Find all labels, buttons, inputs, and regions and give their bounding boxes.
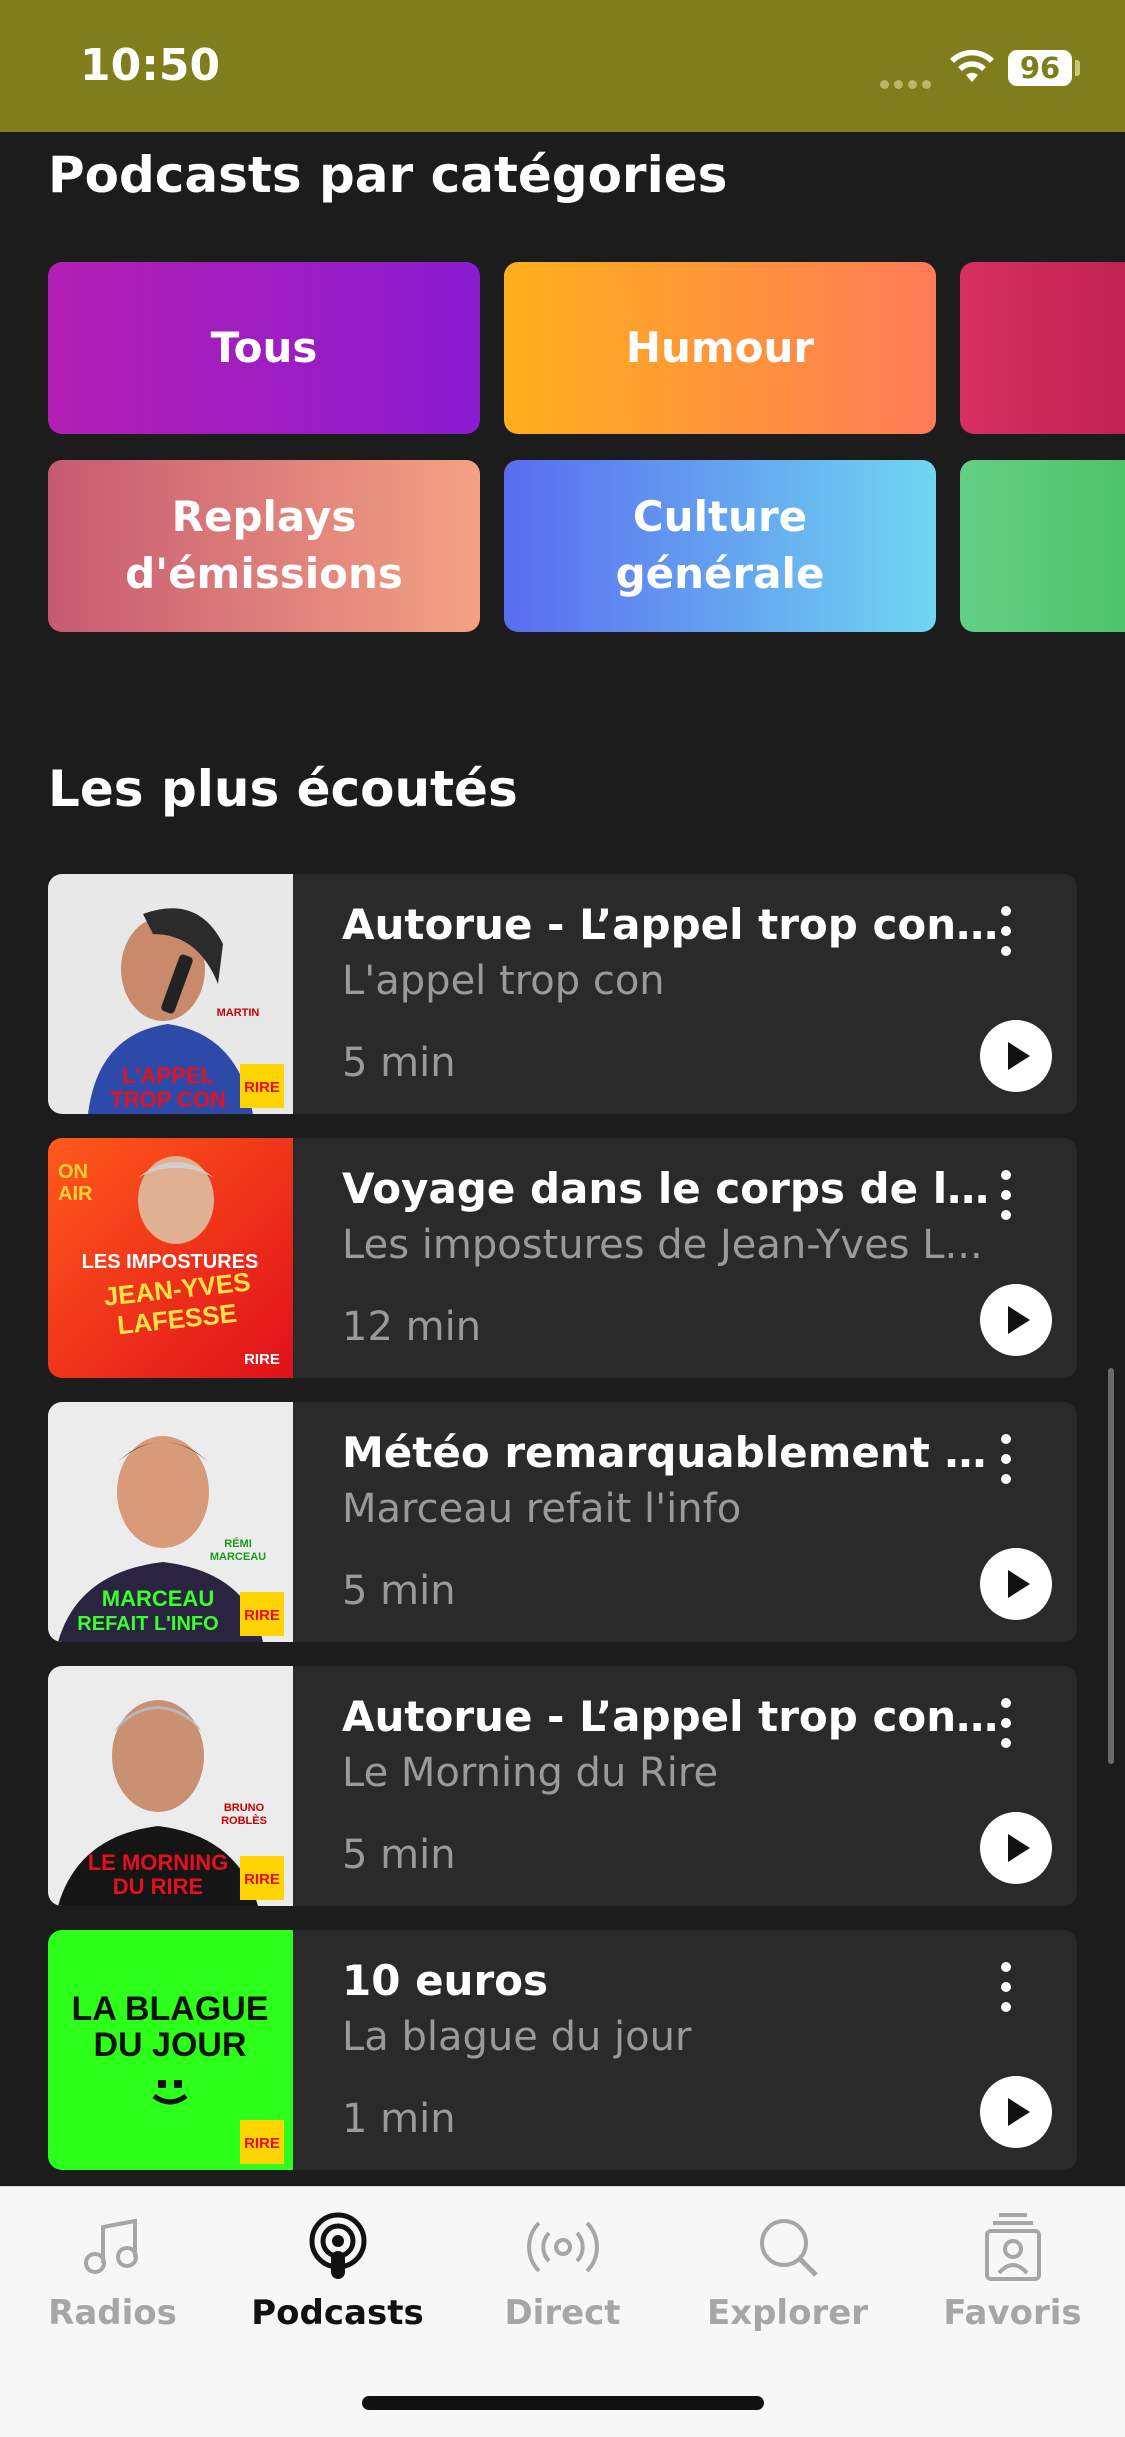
podcast-card[interactable]: L'APPEL TROP CON MARTIN RIRE Autorue - L… (48, 874, 1077, 1114)
podcast-title: Autorue - L’appel trop con de... (342, 1692, 1002, 1741)
category-replays[interactable]: Replays d'émissions (48, 460, 480, 632)
podcast-card[interactable]: BRUNO ROBLÈS LE MORNING DU RIRE RIRE Aut… (48, 1666, 1077, 1906)
wifi-icon (950, 49, 994, 82)
tab-direct[interactable]: Direct (450, 2211, 675, 2333)
rire-logo-text: RIRE (244, 1351, 280, 1368)
svg-text:MARTIN: MARTIN (217, 1007, 260, 1019)
category-label: Tous (210, 322, 318, 372)
more-options-icon[interactable] (988, 1956, 1024, 2016)
battery-tip (1075, 60, 1080, 76)
svg-text:ON: ON (58, 1161, 88, 1183)
thumb-text: LA BLAGUE (71, 1990, 268, 2028)
podcast-thumbnail: BRUNO ROBLÈS LE MORNING DU RIRE RIRE (48, 1666, 293, 1906)
tab-favoris[interactable]: Favoris (900, 2211, 1125, 2333)
svg-text:BRUNO: BRUNO (224, 1802, 265, 1814)
category-culture-generale[interactable]: Culture générale (504, 460, 936, 632)
status-time: 10:50 (80, 40, 221, 91)
more-options-icon[interactable] (988, 900, 1024, 960)
music-note-icon (83, 2218, 138, 2274)
play-icon (1008, 1834, 1030, 1862)
svg-text:TROP CON: TROP CON (110, 1087, 226, 1112)
rire-logo-text: RIRE (244, 1607, 280, 1624)
podcast-duration: 1 min (342, 2096, 456, 2142)
favorites-icon (984, 2213, 1041, 2281)
cellular-signal-icon (880, 74, 936, 89)
play-button[interactable] (980, 1812, 1052, 1884)
thumb-text: MARCEAU (102, 1586, 214, 1611)
tab-label: Favoris (943, 2293, 1082, 2333)
scrollbar[interactable] (1108, 1368, 1114, 1764)
thumb-text: LE MORNING (88, 1850, 229, 1875)
podcast-show: La blague du jour (342, 2014, 692, 2060)
podcast-title: Voyage dans le corps de la va... (342, 1164, 1002, 1213)
svg-text:RÉMI: RÉMI (224, 1537, 252, 1550)
svg-text:REFAIT L'INFO: REFAIT L'INFO (77, 1613, 218, 1635)
play-button[interactable] (980, 2076, 1052, 2148)
broadcast-icon (526, 2221, 599, 2273)
podcast-show: L'appel trop con (342, 958, 665, 1004)
play-icon (1008, 1042, 1030, 1070)
podcast-show: Marceau refait l'info (342, 1486, 742, 1532)
rire-logo-text: RIRE (244, 1871, 280, 1888)
thumb-text: L'APPEL (122, 1063, 214, 1088)
podcast-title: 10 euros (342, 1956, 549, 2005)
play-button[interactable] (980, 1020, 1052, 1092)
category-partial-1[interactable] (960, 262, 1125, 434)
more-options-icon[interactable] (988, 1692, 1024, 1752)
podcast-card[interactable]: RÉMI MARCEAU MARCEAU REFAIT L'INFO RIRE … (48, 1402, 1077, 1642)
tab-label: Podcasts (251, 2293, 424, 2333)
tab-explorer[interactable]: Explorer (675, 2211, 900, 2333)
play-button[interactable] (980, 1548, 1052, 1620)
tab-label: Radios (48, 2293, 177, 2333)
play-button[interactable] (980, 1284, 1052, 1356)
category-label: Replays d'émissions (125, 492, 403, 598)
podcast-duration: 5 min (342, 1568, 456, 1614)
podcast-icon (309, 2212, 366, 2279)
podcast-show: Les impostures de Jean-Yves L... (342, 1222, 983, 1268)
tab-label: Direct (504, 2293, 621, 2333)
play-icon (1008, 2098, 1030, 2126)
play-icon (1008, 1306, 1030, 1334)
podcast-show: Le Morning du Rire (342, 1750, 719, 1796)
podcast-thumbnail: L'APPEL TROP CON MARTIN RIRE (48, 874, 293, 1114)
svg-text:ROBLÈS: ROBLÈS (221, 1814, 267, 1827)
more-options-icon[interactable] (988, 1428, 1024, 1488)
podcast-thumbnail: LA BLAGUE DU JOUR RIRE (48, 1930, 293, 2170)
svg-text:DU RIRE: DU RIRE (113, 1874, 203, 1899)
rire-logo-text: RIRE (244, 1079, 280, 1096)
podcast-card[interactable]: ON AIR LES IMPOSTURES JEAN-YVES LAFESSE … (48, 1138, 1077, 1378)
category-tous[interactable]: Tous (48, 262, 480, 434)
tab-label: Explorer (706, 2293, 869, 2333)
tab-radios[interactable]: Radios (0, 2211, 225, 2333)
podcast-duration: 12 min (342, 1304, 482, 1350)
svg-text:AIR: AIR (58, 1183, 93, 1205)
podcast-title: Autorue - L’appel trop con de... (342, 900, 1002, 949)
podcast-title: Météo remarquablement do... (342, 1428, 1002, 1477)
svg-text:DU JOUR: DU JOUR (93, 2026, 246, 2064)
category-label: Humour (625, 322, 815, 372)
category-humour[interactable]: Humour (504, 262, 936, 434)
play-icon (1008, 1570, 1030, 1598)
podcast-duration: 5 min (342, 1832, 456, 1878)
search-icon (759, 2219, 818, 2277)
podcast-thumbnail: RÉMI MARCEAU MARCEAU REFAIT L'INFO RIRE (48, 1402, 293, 1642)
categories-title: Podcasts par catégories (48, 146, 728, 204)
podcast-thumbnail: ON AIR LES IMPOSTURES JEAN-YVES LAFESSE … (48, 1138, 293, 1378)
category-label: Culture générale (615, 492, 825, 598)
category-partial-2[interactable] (960, 460, 1125, 632)
popular-title: Les plus écoutés (48, 760, 518, 818)
home-indicator (362, 2396, 764, 2410)
more-options-icon[interactable] (988, 1164, 1024, 1224)
battery-icon: 96 (1008, 50, 1072, 86)
svg-text:MARCEAU: MARCEAU (210, 1551, 266, 1563)
podcast-duration: 5 min (342, 1040, 456, 1086)
tab-podcasts[interactable]: Podcasts (225, 2211, 450, 2333)
podcast-card[interactable]: LA BLAGUE DU JOUR RIRE 10 euros La blagu… (48, 1930, 1077, 2170)
status-bar: 10:50 96 (0, 0, 1125, 132)
rire-logo-text: RIRE (244, 2135, 280, 2152)
